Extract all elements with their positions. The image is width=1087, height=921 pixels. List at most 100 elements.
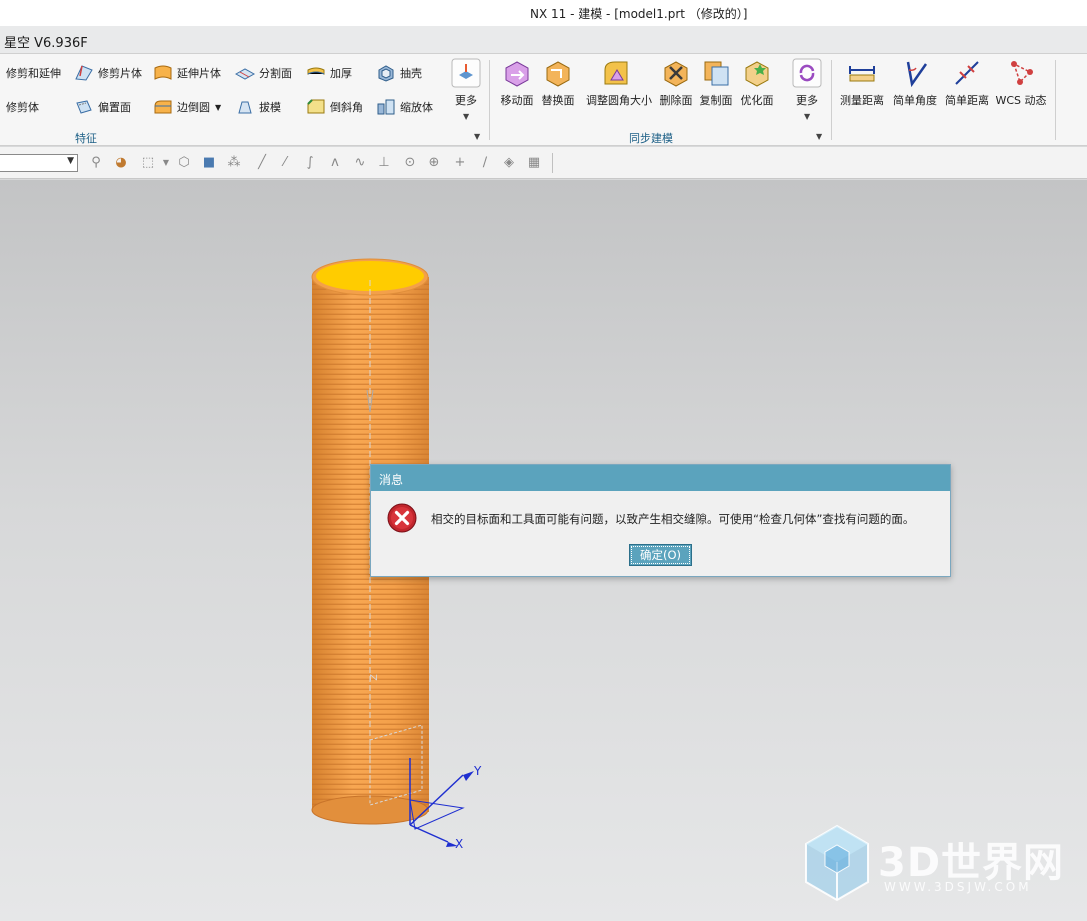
intersection-icon[interactable]: ⊥ (376, 155, 392, 171)
thicken-icon (307, 67, 325, 75)
measure-distance-icon (849, 66, 875, 82)
feature-more-dropdown-icon[interactable]: ▼ (463, 112, 469, 121)
edge-blend-label: 边倒圆 (177, 101, 210, 114)
wcs-dynamic-icon (1011, 61, 1033, 85)
polyline-icon[interactable]: ʌ (327, 155, 343, 171)
select-feature-icon[interactable]: ⬡ (176, 155, 192, 171)
optimize-face-label: 优化面 (740, 94, 774, 107)
simple-distance-label: 简单距离 (945, 94, 989, 107)
offset-face-icon (76, 100, 92, 114)
replace-face-button[interactable]: 替换面 (528, 58, 588, 108)
select-body-icon[interactable]: ■ (201, 155, 217, 171)
dialog-message: 相交的目标面和工具面可能有问题，以致产生相交缝隙。可使用“检查几何体”查找有问题… (431, 512, 915, 526)
spline-icon[interactable]: ∿ (352, 155, 368, 171)
dialog-title: 消息 (371, 465, 950, 491)
simple-distance-button[interactable]: 简单距离 (937, 58, 997, 108)
ribbon: 修剪和延伸 修剪片体 延伸片体 分割面 加厚 抽壳 修剪体 偏置面 边倒圆 ▼ … (0, 54, 1087, 146)
wcs-dynamic-button[interactable]: WCS 动态 (991, 58, 1051, 108)
sync-more-button[interactable]: 更多 (777, 58, 837, 108)
simple-angle-icon (906, 61, 928, 88)
curve-icon[interactable]: ∫ (302, 155, 318, 171)
simple-distance-icon (955, 61, 979, 85)
divide-face-button[interactable]: 分割面 (235, 62, 292, 84)
simple-angle-label: 简单角度 (893, 94, 937, 107)
watermark-cube-logo (805, 824, 869, 902)
sync-group-expand-icon[interactable]: ▼ (816, 132, 822, 141)
line-icon[interactable]: ╱ (254, 155, 270, 171)
window-title: NX 11 - 建模 - [model1.prt （修改的）] (530, 7, 748, 21)
extend-sheet-label: 延伸片体 (177, 67, 221, 80)
draft-icon (238, 101, 252, 114)
edge-blend-dropdown-icon[interactable]: ▼ (215, 103, 221, 112)
brand-label: 星空 V6.936F (4, 36, 88, 51)
type-filter-dropdown[interactable]: ▼ (0, 154, 78, 172)
toolbar-separator (552, 153, 553, 173)
sync-gallery-icon (792, 58, 822, 88)
chamfer-button[interactable]: 倒斜角 (306, 96, 363, 118)
draft-button[interactable]: 拔模 (235, 96, 281, 118)
offset-face-button[interactable]: 偏置面 (74, 96, 131, 118)
feature-group-label: 特征 (75, 132, 97, 145)
shell-icon (378, 65, 394, 82)
cylinder-top-face[interactable] (316, 261, 424, 291)
trim-sheet-button[interactable]: 修剪片体 (74, 62, 142, 84)
ribbon-separator (1055, 60, 1056, 140)
edge-blend-icon (154, 100, 172, 114)
shell-button[interactable]: 抽壳 (376, 62, 422, 84)
extend-sheet-icon (154, 65, 172, 80)
arc-center-icon[interactable]: ⊙ (402, 155, 418, 171)
error-icon (387, 503, 417, 533)
point-cloud-icon[interactable]: ⁂ (226, 155, 242, 171)
trim-sheet-icon (75, 65, 93, 81)
selection-toolbar: ▼ ⚲ ◕ ⬚ ▼ ⬡ ■ ⁂ ╱ ⁄ ∫ ʌ ∿ ⊥ ⊙ ⊕ + ∕ ◈ ▦ (0, 147, 1087, 179)
resize-blend-button[interactable]: 调整圆角大小 (586, 58, 652, 108)
scale-body-icon (377, 99, 395, 115)
window-title-bar: NX 11 - 建模 - [model1.prt （修改的）] (0, 0, 1087, 26)
thicken-button[interactable]: 加厚 (306, 62, 352, 84)
box-select-dropdown-icon[interactable]: ▼ (158, 155, 174, 171)
color-palette-icon[interactable]: ◕ (113, 155, 129, 171)
line-endpoint-icon[interactable]: ⁄ (277, 155, 293, 171)
point-on-face-icon[interactable]: ◈ (501, 155, 517, 171)
offset-face-label: 偏置面 (98, 101, 131, 114)
trim-extend-label: 修剪和延伸 (6, 67, 61, 80)
point-on-curve-icon[interactable]: ∕ (477, 155, 493, 171)
feature-group-expand-icon[interactable]: ▼ (474, 132, 480, 141)
message-dialog: 消息 相交的目标面和工具面可能有问题，以致产生相交缝隙。可使用“检查几何体”查找… (370, 464, 951, 577)
ok-button[interactable]: 确定(O) (629, 544, 692, 566)
extend-sheet-button[interactable]: 延伸片体 (153, 62, 221, 84)
existing-point-icon[interactable]: + (452, 155, 468, 171)
measure-distance-label: 测量距离 (840, 94, 884, 107)
draft-label: 拔模 (259, 101, 281, 114)
resize-blend-icon (604, 61, 628, 85)
filter-icon[interactable]: ⚲ (88, 155, 104, 171)
scale-body-button[interactable]: 缩放体 (376, 96, 433, 118)
trim-body-label: 修剪体 (6, 101, 39, 114)
quadrant-point-icon[interactable]: ⊕ (426, 155, 442, 171)
edge-blend-button[interactable]: 边倒圆 ▼ (153, 96, 221, 118)
replace-face-icon (546, 61, 570, 87)
trim-extend-button[interactable]: 修剪和延伸 (0, 62, 61, 84)
thicken-label: 加厚 (330, 67, 352, 80)
wcs-dynamic-label: WCS 动态 (995, 94, 1047, 107)
feature-gallery-icon (451, 58, 481, 88)
measure-distance-button[interactable]: 测量距离 (832, 58, 892, 108)
site-watermark: 3D世界网 WWW.3DSJW.COM (800, 822, 1070, 912)
sync-more-dropdown-icon[interactable]: ▼ (804, 112, 810, 121)
chamfer-label: 倒斜角 (330, 101, 363, 114)
sync-more-label: 更多 (796, 94, 818, 107)
box-select-icon[interactable]: ⬚ (140, 155, 156, 171)
brand-bar: 星空 V6.936F (0, 26, 1087, 54)
feature-more-label: 更多 (455, 94, 477, 107)
chamfer-icon (307, 99, 325, 114)
divide-face-label: 分割面 (259, 67, 292, 80)
axis-label-y: Y (473, 764, 482, 778)
divide-face-icon (235, 68, 255, 80)
optimize-face-icon (745, 61, 769, 87)
axis-label-x: X (455, 837, 463, 851)
chevron-down-icon: ▼ (67, 156, 74, 166)
simple-angle-button[interactable]: 简单角度 (885, 58, 945, 108)
replace-face-label: 替换面 (541, 94, 575, 107)
grid-icon[interactable]: ▦ (526, 155, 542, 171)
trim-body-button[interactable]: 修剪体 (0, 96, 39, 118)
